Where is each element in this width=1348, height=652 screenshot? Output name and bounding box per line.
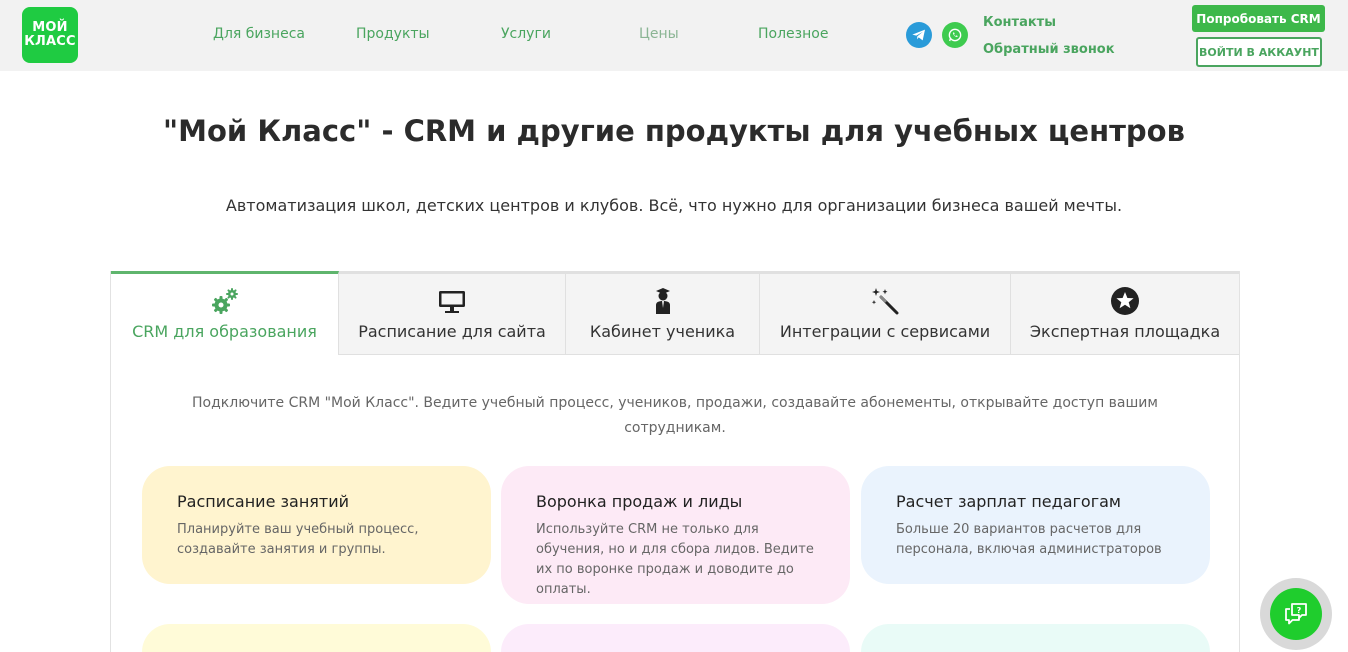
telegram-icon[interactable] (906, 22, 932, 48)
nav-products[interactable]: Продукты (356, 26, 430, 42)
student-icon (566, 286, 759, 316)
feature-card-sales-funnel[interactable]: Воронка продаж и лиды Используйте CRM не… (501, 466, 850, 604)
feature-card-salaries[interactable]: Расчет зарплат педагогам Больше 20 вариа… (861, 466, 1210, 584)
nav-prices[interactable]: Цены (639, 26, 679, 42)
tab-integrations[interactable]: Интеграции с сервисами (760, 271, 1011, 355)
card-title: Расчет зарплат педагогам (896, 492, 1121, 511)
star-icon (1011, 286, 1239, 316)
products-tabs: CRM для образования Расписание для сайта (110, 271, 1240, 652)
whatsapp-icon[interactable] (942, 22, 968, 48)
nav-business[interactable]: Для бизнеса (213, 26, 305, 42)
nav-useful[interactable]: Полезное (758, 26, 828, 42)
feature-card-partial-2[interactable] (501, 624, 850, 652)
card-text: Больше 20 вариантов расчетов для персона… (896, 522, 1162, 557)
tab-schedule[interactable]: Расписание для сайта (339, 271, 566, 355)
card-title: Расписание занятий (177, 492, 350, 511)
logo-line-1: МОЙ (32, 20, 68, 35)
contacts-link[interactable]: Контакты (983, 15, 1056, 30)
site-header: МОЙ КЛАСС Для бизнеса Продукты Услуги Це… (0, 0, 1348, 71)
card-text: Планируйте ваш учебный процесс, создавай… (177, 522, 419, 557)
tab-label: Интеграции с сервисами (779, 322, 991, 341)
monitor-icon (339, 286, 565, 316)
chat-bubble-icon: ? (1270, 588, 1322, 640)
tab-label: Кабинет ученика (589, 322, 736, 341)
page-title: "Мой Класс" - CRM и другие продукты для … (163, 114, 1185, 148)
chat-widget-button[interactable]: ? (1260, 578, 1332, 650)
try-crm-button[interactable]: Попробовать CRM (1192, 5, 1325, 32)
magic-wand-icon (760, 286, 1010, 316)
tab-bar: CRM для образования Расписание для сайта (111, 271, 1239, 355)
tab-student-cabinet[interactable]: Кабинет ученика (566, 271, 760, 355)
svg-text:?: ? (1297, 606, 1302, 615)
logo-line-2: КЛАСС (24, 34, 76, 49)
gears-icon (111, 286, 338, 316)
tab-label: Экспертная площадка (1029, 322, 1221, 341)
tab-crm[interactable]: CRM для образования (111, 271, 339, 355)
page-subtitle: Автоматизация школ, детских центров и кл… (225, 196, 1123, 215)
card-text: Используйте CRM не только для обучения, … (536, 522, 814, 597)
tab-expert-platform[interactable]: Экспертная площадка (1011, 271, 1239, 355)
feature-card-partial-1[interactable] (142, 624, 491, 652)
feature-card-partial-3[interactable] (861, 624, 1210, 652)
card-title: Воронка продаж и лиды (536, 492, 743, 511)
tab-label: Расписание для сайта (358, 322, 546, 341)
login-button[interactable]: ВОЙТИ В АККАУНТ (1196, 37, 1322, 67)
tab-label: CRM для образования (132, 322, 317, 341)
logo[interactable]: МОЙ КЛАСС (22, 7, 78, 63)
nav-services[interactable]: Услуги (501, 26, 551, 42)
feature-card-schedule[interactable]: Расписание занятий Планируйте ваш учебны… (142, 466, 491, 584)
tab-description: Подключите CRM "Мой Класс". Ведите учебн… (192, 395, 1158, 436)
callback-link[interactable]: Обратный звонок (983, 42, 1115, 57)
